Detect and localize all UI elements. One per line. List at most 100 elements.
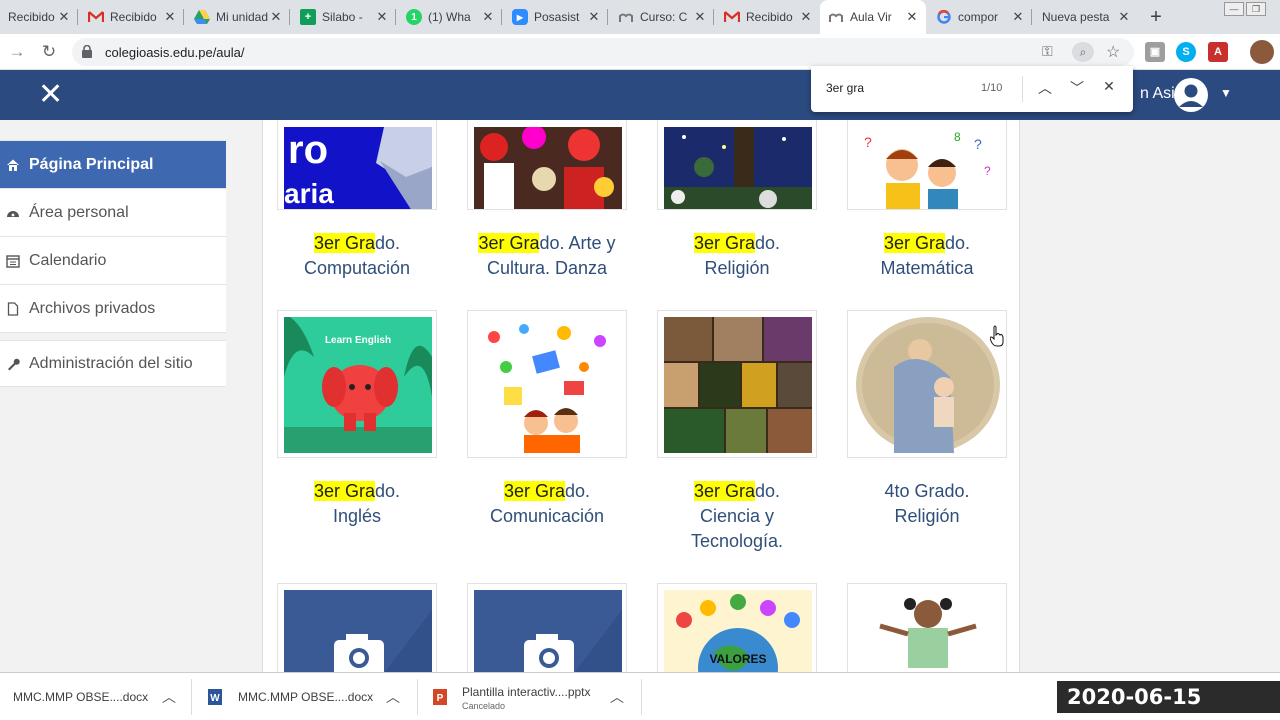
chevron-down-icon[interactable]: ▼ [1220,86,1232,100]
course-card-placeholder[interactable] [467,583,627,672]
sidebar-item-archivos-privados[interactable]: Archivos privados [0,284,226,332]
tab-title: Recibido [110,10,157,24]
skype-icon[interactable]: S [1176,42,1196,62]
course-card-nina[interactable] [847,583,1007,672]
svg-text:aria: aria [284,178,334,209]
tab-aula-virtual[interactable]: Aula Vir ✕ [820,0,926,34]
divider [417,679,418,715]
course-name[interactable]: 3er Grado. Arte y Cultura. Danza [442,231,652,281]
download-item[interactable]: MMC.MMP OBSE....docx ︿ [0,673,192,720]
course-image [284,590,432,672]
course-card-comunicacion[interactable] [467,310,627,458]
tab-silabo[interactable]: + Silabo - ✕ [292,0,396,34]
sidebar-item-pagina-principal[interactable]: Página Principal [0,140,226,188]
wrench-icon [8,358,20,370]
sidebar-item-administracion[interactable]: Administración del sitio [0,340,226,386]
close-icon[interactable]: ✕ [692,9,708,25]
pdf-icon[interactable]: A [1208,42,1228,62]
close-icon[interactable]: ✕ [1010,9,1026,25]
svg-text:?: ? [974,136,982,152]
course-card-ingles[interactable]: Learn English [277,310,437,458]
tab-recibido-3[interactable]: Recibido ✕ [716,0,820,34]
course-image [854,590,1002,672]
profile-avatar[interactable] [1250,40,1274,64]
close-icon[interactable]: ✕ [904,9,920,25]
address-bar[interactable]: colegioasis.edu.pe/aula/ ⚿ ⌕ ☆ [72,38,1134,66]
course-name[interactable]: 3er Grado. Computación [252,231,462,281]
close-icon[interactable]: ✕ [268,9,284,25]
hand-cursor-icon [990,325,1004,347]
tab-nueva[interactable]: Nueva pesta ✕ [1034,0,1138,34]
course-card-valores[interactable]: VALORES [657,583,817,672]
tab-mi-unidad[interactable]: Mi unidad ✕ [186,0,290,34]
close-icon[interactable]: ✕ [1099,78,1119,95]
course-card-religion[interactable] [657,120,817,210]
close-icon[interactable]: ✕ [1116,9,1132,25]
forward-icon[interactable]: → [6,41,28,63]
tab-google[interactable]: compor ✕ [928,0,1032,34]
sidebar-item-area-personal[interactable]: Área personal [0,188,226,236]
dashboard-icon [7,210,19,217]
extension-icon[interactable]: ▣ [1145,42,1165,62]
close-drawer-icon[interactable]: ✕ [38,80,63,110]
restore-button[interactable]: ❐ [1246,2,1266,16]
drawer-main-nav: Página Principal Área personal Calendari… [0,140,226,333]
download-item[interactable]: P Plantilla interactiv....pptx Cancelado… [420,673,642,720]
key-icon[interactable]: ⚿ [1042,43,1053,60]
course-name[interactable]: 4to Grado. Religión [822,479,1032,529]
tab-title: Recibido [8,10,55,24]
new-tab-button[interactable]: + [1144,5,1168,29]
tab-title: Posasist [534,10,580,24]
home-icon [7,159,19,171]
close-icon[interactable]: ✕ [162,9,178,25]
course-card-ciencia[interactable] [657,310,817,458]
tab-curso[interactable]: Curso: C ✕ [610,0,714,34]
course-name[interactable]: 3er Grado. Comunicación [442,479,652,529]
chevron-down-icon[interactable]: ﹀ [1067,78,1087,98]
calendar-icon [6,254,20,268]
tab-title: Nueva pesta [1042,10,1110,24]
zoom-icon: ▶ [512,9,528,25]
tab-whatsapp[interactable]: 1 (1) Wha ✕ [398,0,502,34]
course-name[interactable]: 3er Grado. Religión [632,231,842,281]
course-card-arte-danza[interactable] [467,120,627,210]
page-content: Página Principal Área personal Calendari… [0,120,1280,672]
close-icon[interactable]: ✕ [374,9,390,25]
reload-icon[interactable]: ↻ [38,41,60,63]
find-input[interactable]: 3er gra [826,81,864,95]
course-card-placeholder[interactable] [277,583,437,672]
chevron-up-icon[interactable]: ︿ [162,687,176,707]
course-image: ??? 8 [854,127,1002,209]
chevron-up-icon[interactable]: ︿ [1035,78,1055,98]
close-icon[interactable]: ✕ [56,9,72,25]
tab-posasist[interactable]: ▶ Posasist ✕ [504,0,608,34]
chevron-up-icon[interactable]: ︿ [386,687,400,707]
course-card-matematica[interactable]: ??? 8 [847,120,1007,210]
tab-recibido-1[interactable]: Recibido ✕ [0,0,78,34]
lock-icon [82,45,92,58]
course-name[interactable]: 3er Grado. Inglés [252,479,462,529]
download-item[interactable]: W MMC.MMP OBSE....docx ︿ [194,673,418,720]
svg-text:W: W [210,693,220,704]
close-icon[interactable]: ✕ [586,9,602,25]
chevron-up-icon[interactable]: ︿ [610,687,624,707]
course-card-religion-4to[interactable] [847,310,1007,458]
course-name[interactable]: 3er Grado. Matemática [822,231,1032,281]
divider [1022,76,1023,102]
user-avatar-icon[interactable] [1174,78,1208,112]
course-card-computacion[interactable]: ro aria [277,120,437,210]
download-name: MMC.MMP OBSE....docx [13,690,149,704]
tab-recibido-2[interactable]: Recibido ✕ [80,0,184,34]
tab-title: compor [958,10,999,24]
close-icon[interactable]: ✕ [798,9,814,25]
course-image [474,127,622,209]
star-icon[interactable]: ☆ [1106,42,1120,62]
minimize-button[interactable]: — [1224,2,1244,16]
sidebar-item-label: Archivos privados [29,299,156,317]
sheets-icon: + [300,9,316,25]
sidebar-item-calendario[interactable]: Calendario [0,236,226,284]
course-name[interactable]: 3er Grado. Ciencia y Tecnología. [632,479,842,554]
close-icon[interactable]: ✕ [480,9,496,25]
find-icon[interactable]: ⌕ [1072,42,1094,62]
tab-title: Mi unidad [216,10,268,24]
